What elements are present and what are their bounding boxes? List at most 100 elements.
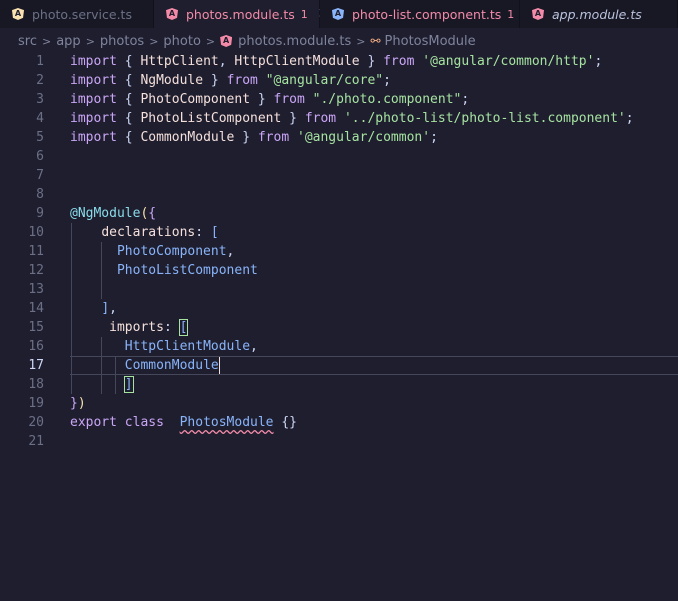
code-line[interactable]: 4 import { PhotoListComponent } from '../… xyxy=(0,109,678,128)
code-token: NgModule xyxy=(140,73,204,88)
code-token: ; xyxy=(594,54,603,69)
code-token: } xyxy=(234,130,258,145)
code-line[interactable]: 1 import { HttpClient, HttpClientModule }… xyxy=(0,52,678,71)
code-line[interactable]: 9 @NgModule({ xyxy=(0,204,678,223)
angular-module-icon xyxy=(220,35,233,47)
code-token: {} xyxy=(273,415,297,430)
tab-photos-module[interactable]: photos.module.ts 1 ✕ xyxy=(154,0,330,28)
line-number: 19 xyxy=(28,396,44,411)
code-line[interactable]: 14 ], xyxy=(0,299,678,318)
text-cursor xyxy=(218,357,220,374)
code-text: export class PhotosModule {} xyxy=(70,413,297,432)
angular-module-icon xyxy=(166,8,178,20)
code-line[interactable]: 19}) xyxy=(0,394,678,413)
line-number: 17 xyxy=(28,358,44,373)
code-line[interactable]: 20 export class PhotosModule {} xyxy=(0,413,678,432)
code-token: "@angular/core" xyxy=(265,73,384,88)
code-token: from xyxy=(383,54,415,69)
code-token: CommonModule xyxy=(140,130,235,145)
code-line[interactable]: 6 xyxy=(0,147,678,166)
editor-tab-bar: photo.service.ts photos.module.ts 1 ✕ ph… xyxy=(0,0,678,28)
breadcrumb-item[interactable]: src xyxy=(18,34,37,49)
code-text: PhotoComponent, xyxy=(70,242,234,261)
breadcrumb-item[interactable]: photos xyxy=(100,34,144,49)
code-text: import { PhotoComponent } from "./photo.… xyxy=(70,90,469,109)
code-line[interactable]: 5 import { CommonModule } from '@angular/… xyxy=(0,128,678,147)
code-token: imports xyxy=(109,320,164,335)
code-token: { xyxy=(116,130,141,145)
code-token: ] xyxy=(123,376,134,393)
code-text: @NgModule({ xyxy=(70,204,156,223)
code-token: import xyxy=(70,73,117,88)
code-token: declarations xyxy=(101,225,196,240)
line-number: 12 xyxy=(28,263,44,278)
code-line[interactable]: 7 xyxy=(0,166,678,185)
tab-app-module[interactable]: app.module.ts xyxy=(520,0,678,28)
code-token: import xyxy=(70,111,117,126)
code-token: from xyxy=(273,92,305,107)
code-token: , xyxy=(226,244,235,259)
code-token: from xyxy=(226,73,258,88)
chevron-right-icon: > xyxy=(41,34,52,48)
line-number: 20 xyxy=(28,415,44,430)
line-number: 9 xyxy=(36,206,44,221)
code-line[interactable]: 21 xyxy=(0,432,678,451)
code-token: export xyxy=(70,415,117,430)
code-text: PhotoListComponent xyxy=(70,261,258,280)
code-token: '@angular/common/http' xyxy=(422,54,595,69)
code-token: [ xyxy=(178,319,189,336)
breadcrumb-item[interactable]: photo xyxy=(163,34,201,49)
line-number: 13 xyxy=(28,282,44,297)
code-token: { xyxy=(148,206,157,221)
code-text: imports: [ xyxy=(70,318,189,337)
indent-guide xyxy=(115,356,116,394)
tab-label: app.module.ts xyxy=(552,6,642,22)
code-line[interactable]: 15 imports: [ xyxy=(0,318,678,337)
angular-component-icon xyxy=(332,8,344,20)
angular-service-icon xyxy=(12,8,24,20)
line-number: 15 xyxy=(28,320,44,335)
line-number: 11 xyxy=(28,244,44,259)
code-line[interactable]: 3 import { PhotoComponent } from "./photo… xyxy=(0,90,678,109)
line-number: 1 xyxy=(36,54,44,69)
tab-label: photos.module.ts xyxy=(186,6,295,22)
line-number: 5 xyxy=(36,130,44,145)
code-token: { xyxy=(116,73,141,88)
code-token: PhotoComponent xyxy=(116,244,227,259)
code-line[interactable]: 10 declarations: [ xyxy=(0,223,678,242)
chevron-right-icon: > xyxy=(356,34,366,48)
line-number: 6 xyxy=(36,149,44,164)
breadcrumb: src > app > photos > photo > photos.modu… xyxy=(0,30,678,52)
code-token: PhotoListComponent xyxy=(116,263,258,278)
code-token: ; xyxy=(461,92,470,107)
code-line[interactable]: 8 xyxy=(0,185,678,204)
chevron-right-icon: > xyxy=(149,34,159,48)
code-token: ; xyxy=(383,73,391,88)
breadcrumb-item[interactable]: photos.module.ts xyxy=(238,34,351,49)
line-number: 18 xyxy=(28,377,44,392)
code-token: PhotosModule xyxy=(179,415,274,430)
code-token: CommonModule xyxy=(124,358,219,373)
code-text: declarations: [ xyxy=(70,223,218,242)
code-token: class xyxy=(124,415,164,430)
line-number: 7 xyxy=(36,168,44,183)
code-line[interactable]: 2 import { NgModule } from "@angular/core… xyxy=(0,71,678,90)
code-editor[interactable]: 1 import { HttpClient, HttpClientModule }… xyxy=(0,51,678,601)
breadcrumb-item[interactable]: app xyxy=(56,34,80,49)
code-token: ] xyxy=(101,301,110,316)
tab-photo-list-component[interactable]: photo-list.component.ts 1 xyxy=(320,0,520,28)
code-token: ; xyxy=(625,111,634,126)
tab-photo-service[interactable]: photo.service.ts xyxy=(0,0,154,28)
breadcrumb-item[interactable]: PhotosModule xyxy=(385,34,476,49)
code-token: import xyxy=(70,130,117,145)
